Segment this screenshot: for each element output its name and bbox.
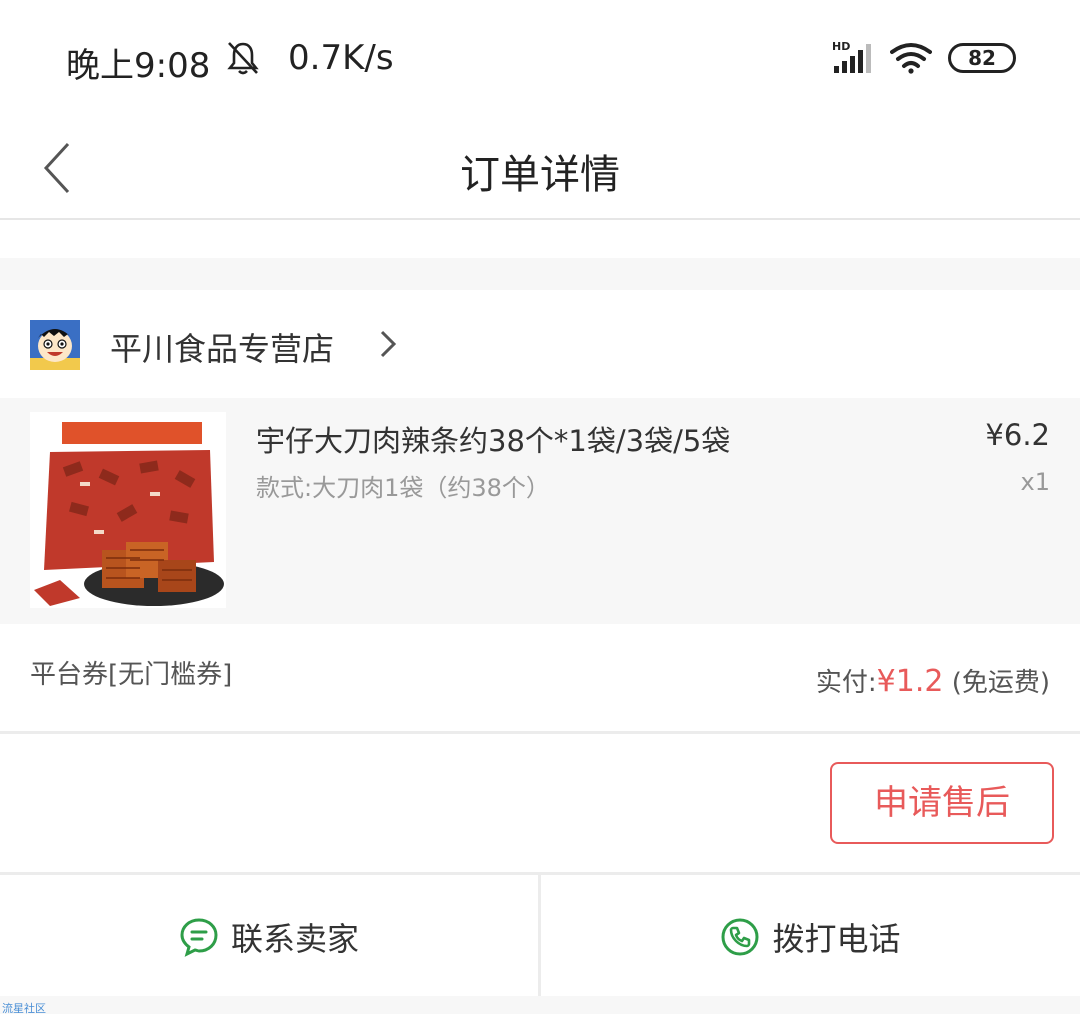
product-item[interactable]: 宇仔大刀肉辣条约38个*1袋/3袋/5袋 款式:大刀肉1袋（约38个） ¥6.2… [0, 398, 1080, 624]
hd-signal-icon: HD [832, 40, 871, 73]
paid-summary: 实付:¥1.2 (免运费) [816, 662, 1050, 699]
chevron-right-icon[interactable] [374, 328, 402, 360]
store-name[interactable]: 平川食品专营店 [110, 324, 334, 370]
network-speed: 0.7K/s [288, 38, 394, 78]
contact-seller-button[interactable]: 联系卖家 [0, 875, 538, 999]
call-phone-label: 拨打电话 [772, 920, 901, 958]
section-divider [0, 258, 1080, 290]
shipping-note: (免运费) [951, 668, 1050, 698]
after-sales-row: 申请售后 [0, 734, 1080, 872]
battery-level: 82 [968, 46, 996, 70]
store-row[interactable]: 平川食品专营店 [0, 290, 1080, 398]
status-time: 晚上9:08 [66, 46, 211, 86]
product-price: ¥6.2 [985, 418, 1050, 452]
call-phone-button[interactable]: 拨打电话 [541, 875, 1080, 999]
page-title: 订单详情 [460, 152, 620, 198]
paid-label: 实付: [815, 668, 877, 698]
product-quantity: x1 [1020, 468, 1050, 496]
product-image[interactable] [30, 412, 226, 608]
product-title[interactable]: 宇仔大刀肉辣条约38个*1袋/3袋/5袋 [256, 418, 730, 460]
watermark: 流星社区 [2, 1002, 46, 1014]
wifi-icon [890, 43, 932, 74]
chat-icon [180, 918, 218, 957]
after-sales-button[interactable]: 申请售后 [830, 762, 1054, 844]
bottom-action-bar: 联系卖家 拨打电话 [0, 872, 1080, 999]
contact-seller-label: 联系卖家 [230, 920, 359, 958]
payment-row: 平台券[无门槛券] 实付:¥1.2 (免运费) [0, 624, 1080, 734]
svg-text:HD: HD [832, 40, 850, 53]
footer-strip [0, 996, 1080, 1014]
bell-off-icon [227, 42, 259, 75]
store-avatar [30, 320, 80, 370]
coupon-label: 平台券[无门槛券] [30, 660, 233, 690]
battery-icon: 82 [948, 43, 1016, 73]
status-bar: 晚上9:08 0.7K/s HD 82 [0, 0, 1080, 120]
phone-icon [721, 918, 759, 956]
product-spec: 款式:大刀肉1袋（约38个） [256, 474, 550, 502]
nav-bar: 订单详情 [0, 120, 1080, 220]
paid-amount: ¥1.2 [876, 664, 944, 699]
